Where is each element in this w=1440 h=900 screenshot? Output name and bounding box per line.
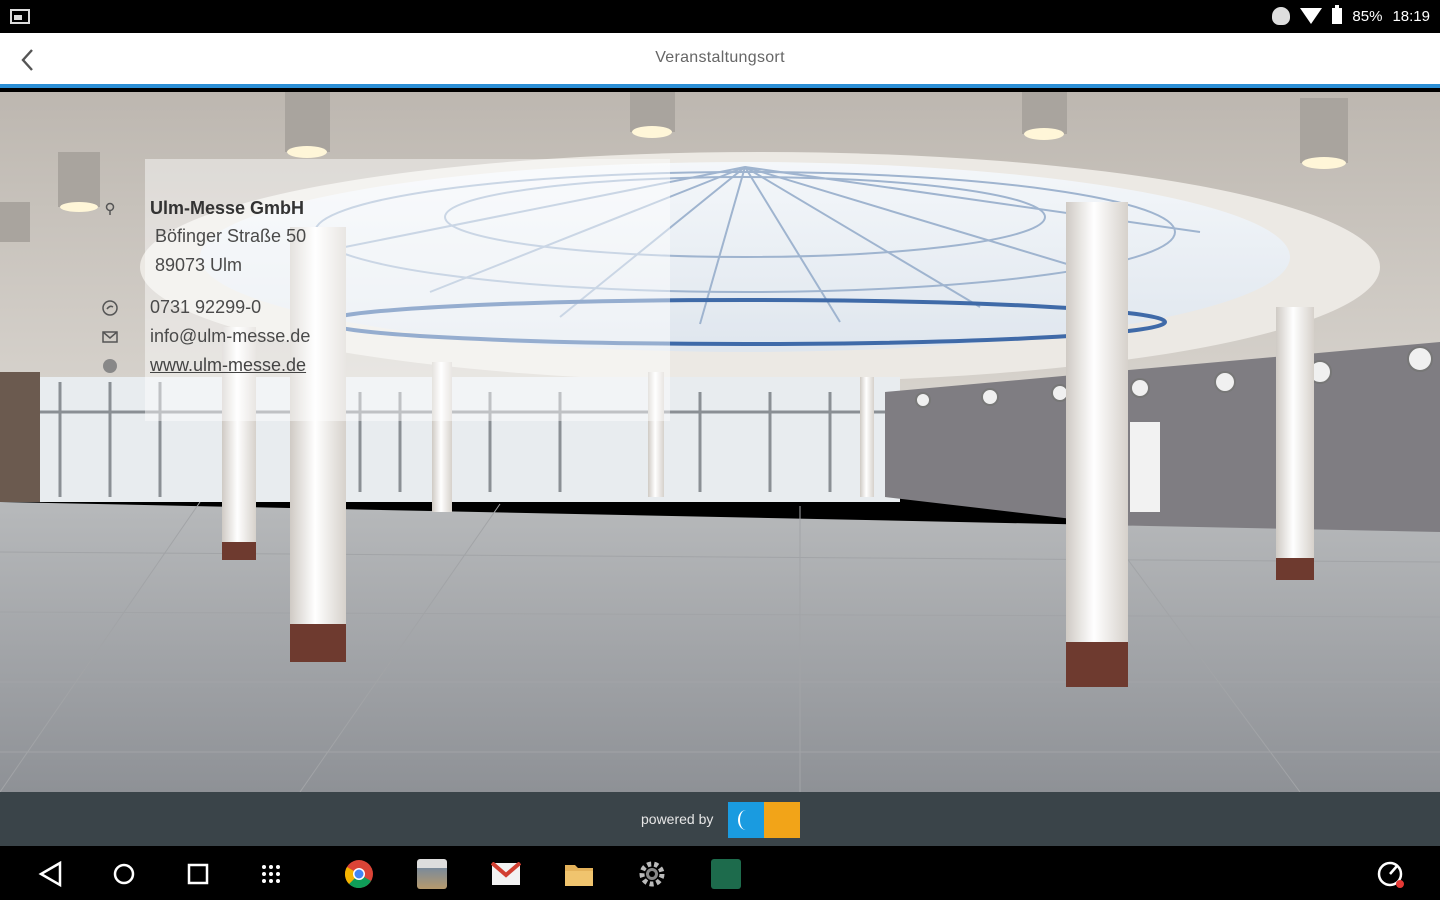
nav-recents-button[interactable]: [182, 858, 214, 890]
home-icon: [113, 863, 135, 885]
logo-blue-part: [728, 802, 764, 838]
street-row: Böfinger Straße 50: [155, 226, 306, 247]
recents-icon: [187, 863, 209, 885]
website-row[interactable]: www.ulm-messe.de: [103, 355, 306, 376]
screenshot-icon: [10, 9, 30, 24]
chrome-icon: [345, 860, 373, 889]
venue-name-row: Ulm-Messe GmbH: [105, 198, 305, 219]
folder-icon: [565, 865, 593, 886]
status-bar: 85% 18:19: [0, 0, 1440, 33]
app-drawer-button[interactable]: [255, 858, 287, 890]
venue-name: Ulm-Messe GmbH: [150, 198, 305, 218]
gmail-app[interactable]: [490, 858, 522, 890]
gallery-app[interactable]: [416, 858, 448, 890]
speed-tool[interactable]: [1374, 858, 1406, 890]
gear-icon: [639, 861, 665, 887]
email-link[interactable]: info@ulm-messe.de: [150, 326, 310, 347]
page-title: Veranstaltungsort: [655, 49, 785, 66]
location-pin-icon: [102, 201, 118, 217]
venue-city: 89073 Ulm: [155, 255, 243, 275]
globe-icon: [102, 358, 118, 374]
chrome-app[interactable]: [343, 858, 375, 890]
clock: 18:19: [1392, 7, 1430, 25]
gallery-icon: [417, 859, 447, 889]
phone-row[interactable]: 0731 92299-0: [102, 297, 261, 318]
logo-orange-part: [764, 802, 800, 838]
app-bar: Veranstaltungsort: [0, 33, 1440, 88]
provider-logo[interactable]: [728, 802, 800, 838]
phone-link[interactable]: 0731 92299-0: [150, 297, 261, 318]
system-nav-bar: [0, 846, 1440, 900]
status-indicators: 85% 18:19: [1272, 5, 1430, 25]
phone-icon: [102, 299, 118, 316]
messe-app[interactable]: [710, 858, 742, 890]
nav-back-button[interactable]: [34, 858, 66, 890]
touch-icon: [1272, 7, 1291, 25]
nav-home-button[interactable]: [108, 858, 140, 890]
speedometer-icon: [1377, 861, 1404, 888]
wifi-icon: [1300, 8, 1323, 24]
battery-icon: [1332, 5, 1343, 24]
powered-by-label: powered by: [641, 811, 714, 827]
city-row: 89073 Ulm: [155, 255, 242, 276]
email-row[interactable]: info@ulm-messe.de: [102, 326, 310, 347]
files-app[interactable]: [563, 858, 595, 890]
venue-street: Böfinger Straße 50: [155, 226, 307, 246]
mail-icon: [102, 329, 118, 345]
battery-level: 85%: [1352, 7, 1383, 25]
venue-content: Ulm-Messe GmbH Böfinger Straße 50 89073 …: [0, 92, 1440, 792]
messe-app-icon: [711, 859, 741, 889]
website-link[interactable]: www.ulm-messe.de: [150, 355, 306, 376]
app-drawer-icon: [262, 865, 280, 883]
gmail-icon: [491, 862, 521, 885]
back-icon: [38, 860, 62, 888]
powered-by-bar: powered by: [0, 792, 1440, 846]
settings-app[interactable]: [636, 858, 668, 890]
